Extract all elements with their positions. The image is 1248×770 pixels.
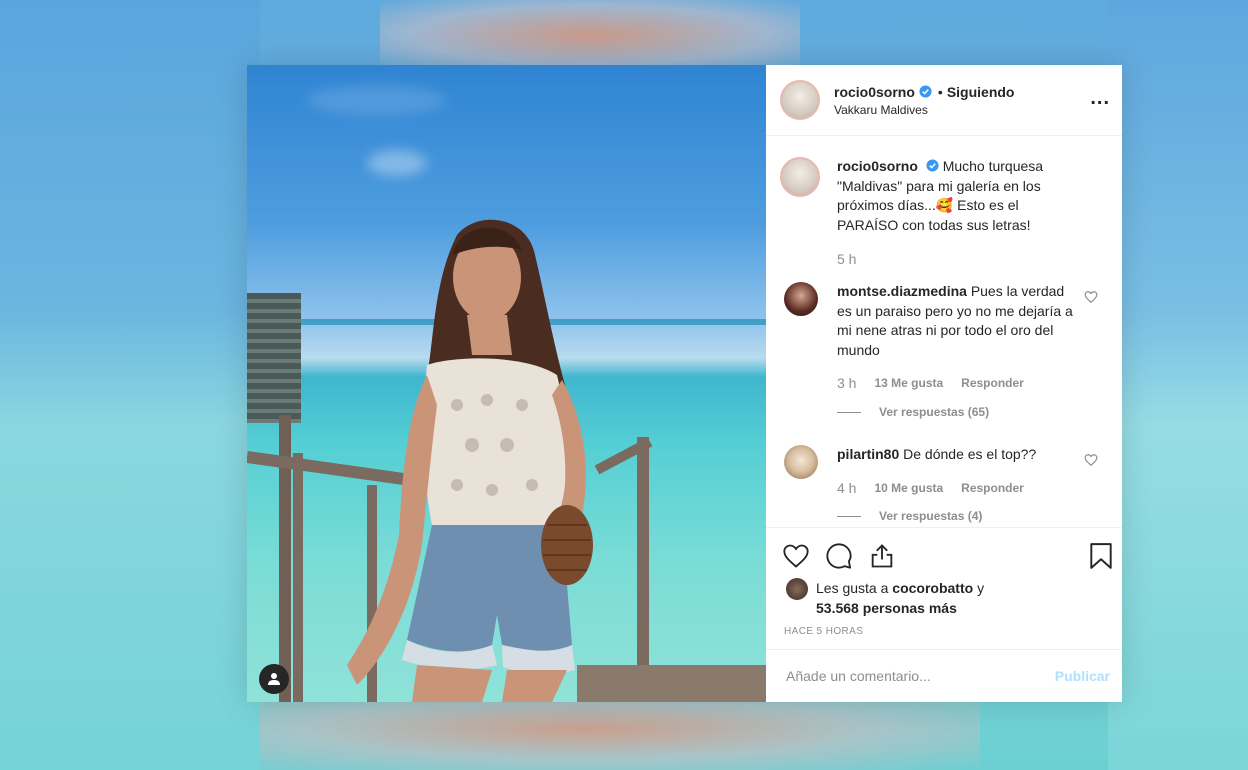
user-icon (268, 673, 280, 685)
instagram-post: rocio0sorno • Siguiendo Vakkaru Maldives… (247, 65, 1122, 702)
background-blur-bottom (260, 702, 980, 770)
avatar[interactable] (784, 282, 818, 316)
list-item: montse.diazmedina Pues la verdad es un p… (780, 282, 1108, 422)
post-header: rocio0sorno • Siguiendo Vakkaru Maldives… (766, 65, 1122, 136)
comment-likes[interactable]: 13 Me gusta (874, 376, 943, 390)
woman-figure (347, 219, 593, 702)
likes-middle: y (977, 580, 985, 596)
bookmark-icon[interactable] (1088, 542, 1114, 570)
heart-icon[interactable] (1084, 290, 1098, 304)
author-avatar[interactable] (780, 80, 820, 120)
post-photo[interactable] (247, 65, 766, 702)
post-actions: Les gusta a cocorobatto y 53.568 persona… (766, 527, 1122, 648)
comment-username[interactable]: montse.diazmedina (837, 283, 967, 299)
caption-username[interactable]: rocio0sorno (837, 158, 918, 174)
heart-icon[interactable] (782, 542, 810, 570)
view-replies-button[interactable]: Ver respuestas (4) (879, 507, 982, 527)
author-username[interactable]: rocio0sorno (834, 84, 915, 100)
publish-button[interactable]: Publicar (1055, 668, 1110, 684)
post-time-ago[interactable]: HACE 5 HORAS (784, 626, 863, 637)
liker-avatar[interactable] (786, 578, 808, 600)
avatar[interactable] (784, 445, 818, 479)
comment-icon[interactable] (825, 542, 853, 570)
background-blur-right (1108, 0, 1248, 770)
list-item: pilartin80 De dónde es el top?? 4 h 10 M… (780, 445, 1108, 527)
likes-summary: Les gusta a cocorobatto y 53.568 persona… (786, 578, 984, 618)
background-blur-left (0, 0, 260, 770)
more-icon[interactable]: ... (1090, 87, 1110, 110)
comment-time[interactable]: 4 h (837, 479, 856, 499)
caption-avatar[interactable] (780, 157, 820, 197)
tagged-users-button[interactable] (259, 664, 289, 694)
reply-button[interactable]: Responder (961, 481, 1024, 495)
view-replies-button[interactable]: Ver respuestas (65) (879, 403, 989, 423)
comment-time[interactable]: 3 h (837, 374, 856, 394)
share-icon[interactable] (868, 542, 896, 570)
reply-button[interactable]: Responder (961, 376, 1024, 390)
verified-icon (926, 159, 939, 172)
background-blur-top (380, 0, 800, 70)
comment-likes[interactable]: 10 Me gusta (874, 481, 943, 495)
post-location[interactable]: Vakkaru Maldives (834, 103, 1014, 117)
comment-input[interactable] (784, 667, 1028, 685)
comment-text: De dónde es el top?? (903, 446, 1037, 462)
caption-time[interactable]: 5 h (837, 250, 856, 270)
overwater-hut (247, 293, 301, 423)
verified-icon (919, 85, 932, 98)
separator: • (937, 83, 943, 100)
caption: rocio0sorno Mucho turquesa "Maldivas" pa… (780, 157, 1108, 270)
comments-list[interactable]: rocio0sorno Mucho turquesa "Maldivas" pa… (766, 137, 1122, 527)
following-button[interactable]: Siguiendo (947, 84, 1015, 100)
heart-icon[interactable] (1084, 453, 1098, 467)
comment-username[interactable]: pilartin80 (837, 446, 899, 462)
add-comment-bar: Publicar (766, 649, 1122, 702)
likes-prefix: Les gusta a (816, 580, 889, 596)
liker-username[interactable]: cocorobatto (892, 580, 973, 596)
likes-count[interactable]: 53.568 personas más (816, 600, 957, 616)
post-sidebar: rocio0sorno • Siguiendo Vakkaru Maldives… (766, 65, 1122, 702)
